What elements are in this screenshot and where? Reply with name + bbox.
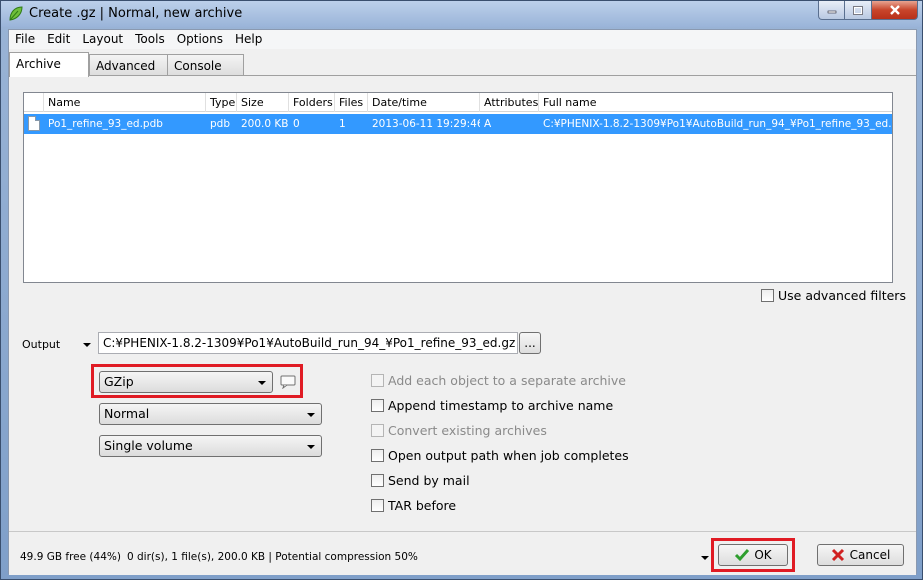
ok-highlight-box xyxy=(711,538,795,572)
checkbox-box xyxy=(371,449,384,462)
peazip-leaf-icon xyxy=(9,6,23,21)
tar-before-checkbox[interactable]: TAR before xyxy=(371,498,456,513)
close-icon xyxy=(889,5,900,15)
compression-selected-value: Normal xyxy=(104,406,150,421)
title-bar[interactable]: Create .gz | Normal, new archive xyxy=(1,1,922,27)
cancel-button[interactable]: Cancel xyxy=(817,544,904,566)
checkbox-box xyxy=(371,499,384,512)
tab-archive[interactable]: Archive xyxy=(9,52,89,77)
cell-size: 200.0 KB xyxy=(241,118,289,130)
table-row[interactable]: Po1_refine_93_ed.pdb pdb 200.0 KB 0 1 20… xyxy=(24,114,892,134)
column-header-size[interactable]: Size xyxy=(237,93,289,112)
tab-advanced[interactable]: Advanced xyxy=(89,54,171,76)
minimize-icon xyxy=(827,10,836,14)
file-list[interactable]: Name Type Size Folders Files Date/time A… xyxy=(23,92,893,283)
checkbox-box xyxy=(371,374,384,387)
cancel-button-label: Cancel xyxy=(849,548,891,562)
column-header-fullname[interactable]: Full name xyxy=(539,93,892,112)
column-header-datetime[interactable]: Date/time xyxy=(368,93,480,112)
column-header-attributes[interactable]: Attributes xyxy=(480,93,539,112)
column-header-folders[interactable]: Folders xyxy=(289,93,335,112)
cell-name: Po1_refine_93_ed.pdb xyxy=(48,118,163,130)
output-menu-arrow-icon[interactable] xyxy=(83,343,91,347)
checkbox-box xyxy=(371,474,384,487)
checkbox-box xyxy=(371,399,384,412)
volume-select[interactable]: Single volume xyxy=(99,435,322,457)
open-output-path-label: Open output path when job completes xyxy=(388,448,629,463)
format-highlight-box xyxy=(91,364,303,398)
checkbox-box xyxy=(761,289,774,302)
browse-output-button[interactable]: ... xyxy=(519,332,541,354)
cell-attributes: A xyxy=(484,118,492,130)
minimize-button[interactable] xyxy=(818,1,845,20)
append-timestamp-label: Append timestamp to archive name xyxy=(388,398,614,413)
cross-icon xyxy=(831,548,844,562)
checkbox-box xyxy=(371,424,384,437)
output-label: Output xyxy=(22,338,61,351)
menu-file[interactable]: File xyxy=(9,30,41,49)
send-by-mail-label: Send by mail xyxy=(388,473,470,488)
status-menu-arrow-icon[interactable] xyxy=(701,556,709,560)
tar-before-label: TAR before xyxy=(388,498,457,513)
output-path-input[interactable]: C:¥PHENIX-1.8.2-1309¥Po1¥AutoBuild_run_9… xyxy=(98,332,518,354)
cell-type: pdb xyxy=(210,118,230,130)
maximize-button[interactable] xyxy=(845,1,872,20)
open-output-path-checkbox[interactable]: Open output path when job completes xyxy=(371,448,629,463)
convert-existing-label: Convert existing archives xyxy=(388,423,547,438)
chevron-down-icon xyxy=(307,445,315,449)
maximize-icon xyxy=(853,5,863,15)
cell-fullname: C:¥PHENIX-1.8.2-1309¥Po1¥AutoBuild_run_9… xyxy=(543,118,892,130)
free-space-text: 49.9 GB free (44%) xyxy=(20,551,121,563)
convert-existing-checkbox[interactable]: Convert existing archives xyxy=(371,423,547,438)
append-timestamp-checkbox[interactable]: Append timestamp to archive name xyxy=(371,398,613,413)
compression-level-select[interactable]: Normal xyxy=(99,403,322,425)
menu-tools[interactable]: Tools xyxy=(129,30,171,49)
cell-folders: 0 xyxy=(293,118,300,130)
cell-datetime: 2013-06-11 19:29:46 xyxy=(372,118,480,130)
close-button[interactable] xyxy=(872,1,918,20)
menu-help[interactable]: Help xyxy=(229,30,268,49)
app-window: Create .gz | Normal, new archive File Ed… xyxy=(0,0,923,580)
cell-files: 1 xyxy=(339,118,346,130)
window-title: Create .gz | Normal, new archive xyxy=(29,6,243,21)
send-by-mail-checkbox[interactable]: Send by mail xyxy=(371,473,470,488)
status-summary-text: 0 dir(s), 1 file(s), 200.0 KB | Potentia… xyxy=(127,551,418,563)
menu-options[interactable]: Options xyxy=(171,30,229,49)
column-header-files[interactable]: Files xyxy=(335,93,368,112)
archive-panel: Name Type Size Folders Files Date/time A… xyxy=(9,75,916,575)
file-icon xyxy=(28,116,40,131)
tab-console[interactable]: Console xyxy=(167,54,244,76)
menu-bar: File Edit Layout Tools Options Help xyxy=(9,30,916,49)
volume-selected-value: Single volume xyxy=(104,438,193,453)
advanced-filters-checkbox[interactable]: Use advanced filters xyxy=(761,288,906,303)
advanced-filters-label: Use advanced filters xyxy=(778,288,906,303)
menu-layout[interactable]: Layout xyxy=(76,30,129,49)
column-header-type[interactable]: Type xyxy=(206,93,237,112)
menu-edit[interactable]: Edit xyxy=(41,30,76,49)
chevron-down-icon xyxy=(307,413,315,417)
add-each-separate-label: Add each object to a separate archive xyxy=(388,373,626,388)
list-header: Name Type Size Folders Files Date/time A… xyxy=(24,93,892,112)
client-area: File Edit Layout Tools Options Help Arch… xyxy=(8,29,917,575)
column-header-name[interactable]: Name xyxy=(44,93,206,112)
add-each-separate-checkbox[interactable]: Add each object to a separate archive xyxy=(371,373,626,388)
tab-strip: Archive Advanced Console xyxy=(9,52,916,77)
status-divider xyxy=(9,531,916,532)
column-header-icon xyxy=(24,93,44,112)
